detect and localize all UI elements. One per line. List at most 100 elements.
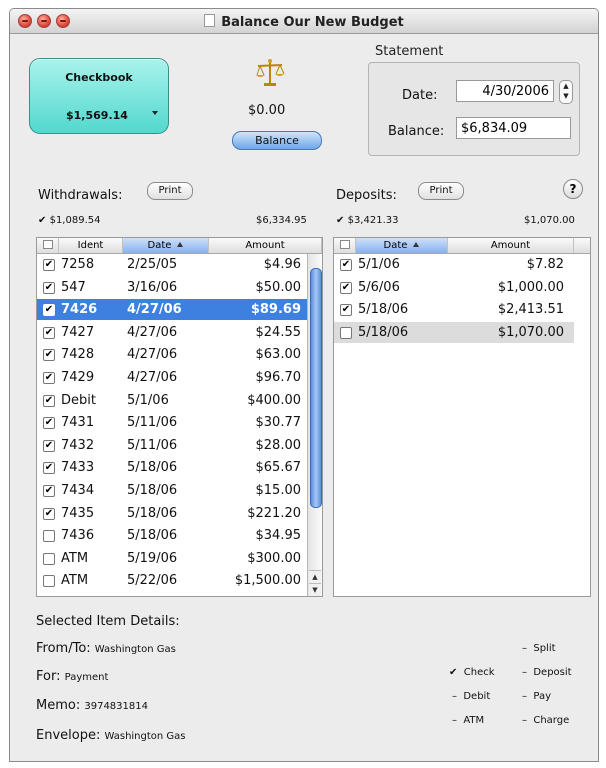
type-deposit[interactable]: – Deposit (522, 667, 572, 678)
withdrawal-row[interactable]: ✔ Debit 5/1/06 $400.00 (37, 390, 307, 411)
envelope-label: Envelope: (36, 728, 101, 743)
withdrawal-row[interactable]: ✔ 7427 4/27/06 $24.55 (37, 322, 307, 343)
deposits-print-button[interactable]: Print (418, 182, 464, 200)
checked-checkbox[interactable]: ✔ (43, 417, 55, 430)
withdrawal-row[interactable]: ✔ 7258 2/25/05 $4.96 (37, 254, 307, 275)
from-to-value[interactable]: Washington Gas (95, 644, 176, 655)
dash-icon: – (522, 667, 527, 678)
deposit-row[interactable]: ✔ 5/1/06 $7.82 (334, 254, 574, 275)
checked-checkbox[interactable]: ✔ (43, 462, 55, 475)
withdrawal-row[interactable]: ✔ 7428 4/27/06 $63.00 (37, 344, 307, 365)
check-icon: ✔ (38, 215, 47, 226)
scroll-up-icon[interactable]: ▲ (309, 570, 321, 583)
ident-cell: 7426 (61, 302, 98, 318)
withdrawals-table-header: Ident Date Amount (37, 238, 322, 254)
checked-checkbox[interactable]: ✔ (43, 349, 55, 362)
date-cell: 5/18/06 (358, 324, 409, 340)
check-icon: ✔ (336, 215, 345, 226)
amount-cell: $300.00 (247, 550, 301, 566)
type-deposit-label: Deposit (533, 667, 572, 678)
amount-cell: $34.95 (255, 528, 302, 544)
stepper-down-icon[interactable]: ▼ (563, 92, 568, 100)
unchecked-checkbox[interactable] (43, 552, 55, 565)
checked-checkbox[interactable]: ✔ (43, 394, 55, 407)
date-cell: 5/1/06 (127, 392, 169, 408)
date-column-header[interactable]: Date (356, 238, 448, 253)
withdrawal-row[interactable]: ✔ 7426 4/27/06 $89.69 (37, 299, 307, 321)
amount-column-header[interactable]: Amount (209, 238, 322, 253)
checked-checkbox[interactable]: ✔ (340, 304, 352, 317)
withdrawal-row[interactable]: 7436 5/18/06 $34.95 (37, 525, 307, 546)
checked-checkbox[interactable]: ✔ (340, 259, 352, 271)
stepper-up-icon[interactable]: ▲ (563, 82, 568, 90)
unchecked-checkbox[interactable] (340, 326, 352, 339)
checked-checkbox[interactable]: ✔ (43, 326, 55, 339)
help-button[interactable]: ? (563, 179, 583, 199)
withdrawals-table[interactable]: Ident Date Amount ▲ ▼ ✔ 7258 2/25/05 $4.96 ✔… (36, 237, 323, 597)
amount-cell: $89.69 (250, 302, 301, 318)
checked-checkbox[interactable]: ✔ (43, 485, 55, 497)
balance-button[interactable]: Balance (232, 131, 322, 150)
withdrawal-row[interactable]: ✔ 7434 5/18/06 $15.00 (37, 480, 307, 501)
unchecked-checkbox[interactable] (43, 530, 55, 543)
amount-column-header[interactable]: Amount (448, 238, 574, 253)
checked-checkbox[interactable]: ✔ (43, 259, 55, 271)
checked-checkbox[interactable]: ✔ (43, 439, 55, 452)
type-split[interactable]: – Split (522, 643, 556, 654)
deposit-row[interactable]: 5/18/06 $1,070.00 (334, 321, 574, 343)
type-debit-label: Debit (463, 691, 491, 702)
envelope-value[interactable]: Washington Gas (104, 731, 185, 742)
deposit-row[interactable]: ✔ 5/6/06 $1,000.00 (334, 277, 574, 298)
ident-column-header[interactable]: Ident (59, 238, 123, 253)
type-debit[interactable]: – Debit (452, 691, 490, 702)
withdrawal-row[interactable]: ✔ 7432 5/11/06 $28.00 (37, 435, 307, 456)
withdrawal-row[interactable]: ATM 5/19/06 $300.00 (37, 548, 307, 569)
scrollbar-thumb[interactable] (310, 268, 322, 508)
withdrawals-print-button[interactable]: Print (147, 182, 193, 200)
type-charge-label: Charge (533, 715, 570, 726)
amount-cell: $15.00 (255, 483, 302, 498)
statement-balance-field[interactable]: $6,834.09 (456, 117, 571, 139)
unchecked-checkbox[interactable] (43, 575, 55, 588)
empty-column-header (574, 238, 590, 253)
withdrawal-row[interactable]: ✔ 7433 5/18/06 $65.67 (37, 457, 307, 478)
for-row: For: Payment (36, 669, 108, 684)
statement-date-field[interactable]: 4/30/2006 (456, 80, 554, 102)
from-to-row: From/To: Washington Gas (36, 641, 176, 656)
type-check[interactable]: ✔ Check (449, 667, 495, 678)
withdrawal-row[interactable]: ATM 5/22/06 $1,500.00 (37, 570, 307, 591)
withdrawal-row[interactable]: ✔ 7435 5/18/06 $221.20 (37, 503, 307, 524)
date-cell: 4/27/06 (127, 347, 178, 363)
withdrawals-scrollbar[interactable]: ▲ ▼ (307, 254, 322, 596)
date-cell: 5/1/06 (358, 257, 400, 272)
select-all-column[interactable] (37, 238, 59, 253)
document-icon (204, 14, 216, 27)
title-bar: Balance Our New Budget (10, 9, 598, 34)
window-title-text: Balance Our New Budget (221, 15, 404, 30)
withdrawal-row[interactable]: ✔ 547 3/16/06 $50.00 (37, 277, 307, 298)
memo-value[interactable]: 3974831814 (84, 701, 148, 712)
date-column-header[interactable]: Date (123, 238, 209, 253)
scroll-down-icon[interactable]: ▼ (309, 583, 321, 596)
checked-checkbox[interactable]: ✔ (340, 281, 352, 294)
deposits-table[interactable]: Date Amount ✔ 5/1/06 $7.82 ✔ 5/6/06 $1,000.00… (333, 237, 591, 597)
type-charge[interactable]: – Charge (522, 715, 569, 726)
checkbook-name: Checkbook (65, 71, 133, 84)
date-stepper[interactable]: ▲ ▼ (559, 80, 573, 104)
type-pay[interactable]: – Pay (522, 691, 551, 702)
withdrawal-row[interactable]: ✔ 7431 5/11/06 $30.77 (37, 412, 307, 433)
date-cell: 5/11/06 (127, 415, 178, 431)
checked-checkbox[interactable]: ✔ (43, 281, 55, 294)
ident-cell: ATM (61, 573, 89, 589)
details-title: Selected Item Details: (36, 614, 180, 629)
type-atm[interactable]: – ATM (452, 715, 484, 726)
checked-checkbox[interactable]: ✔ (43, 304, 55, 317)
memo-row: Memo: 3974831814 (36, 698, 148, 713)
checkbook-selector[interactable]: Checkbook $1,569.14 (29, 58, 169, 134)
checked-checkbox[interactable]: ✔ (43, 372, 55, 384)
withdrawal-row[interactable]: ✔ 7429 4/27/06 $96.70 (37, 367, 307, 388)
checked-checkbox[interactable]: ✔ (43, 507, 55, 520)
deposit-row[interactable]: ✔ 5/18/06 $2,413.51 (334, 299, 574, 320)
select-all-column[interactable] (334, 238, 356, 253)
for-value[interactable]: Payment (65, 672, 109, 683)
